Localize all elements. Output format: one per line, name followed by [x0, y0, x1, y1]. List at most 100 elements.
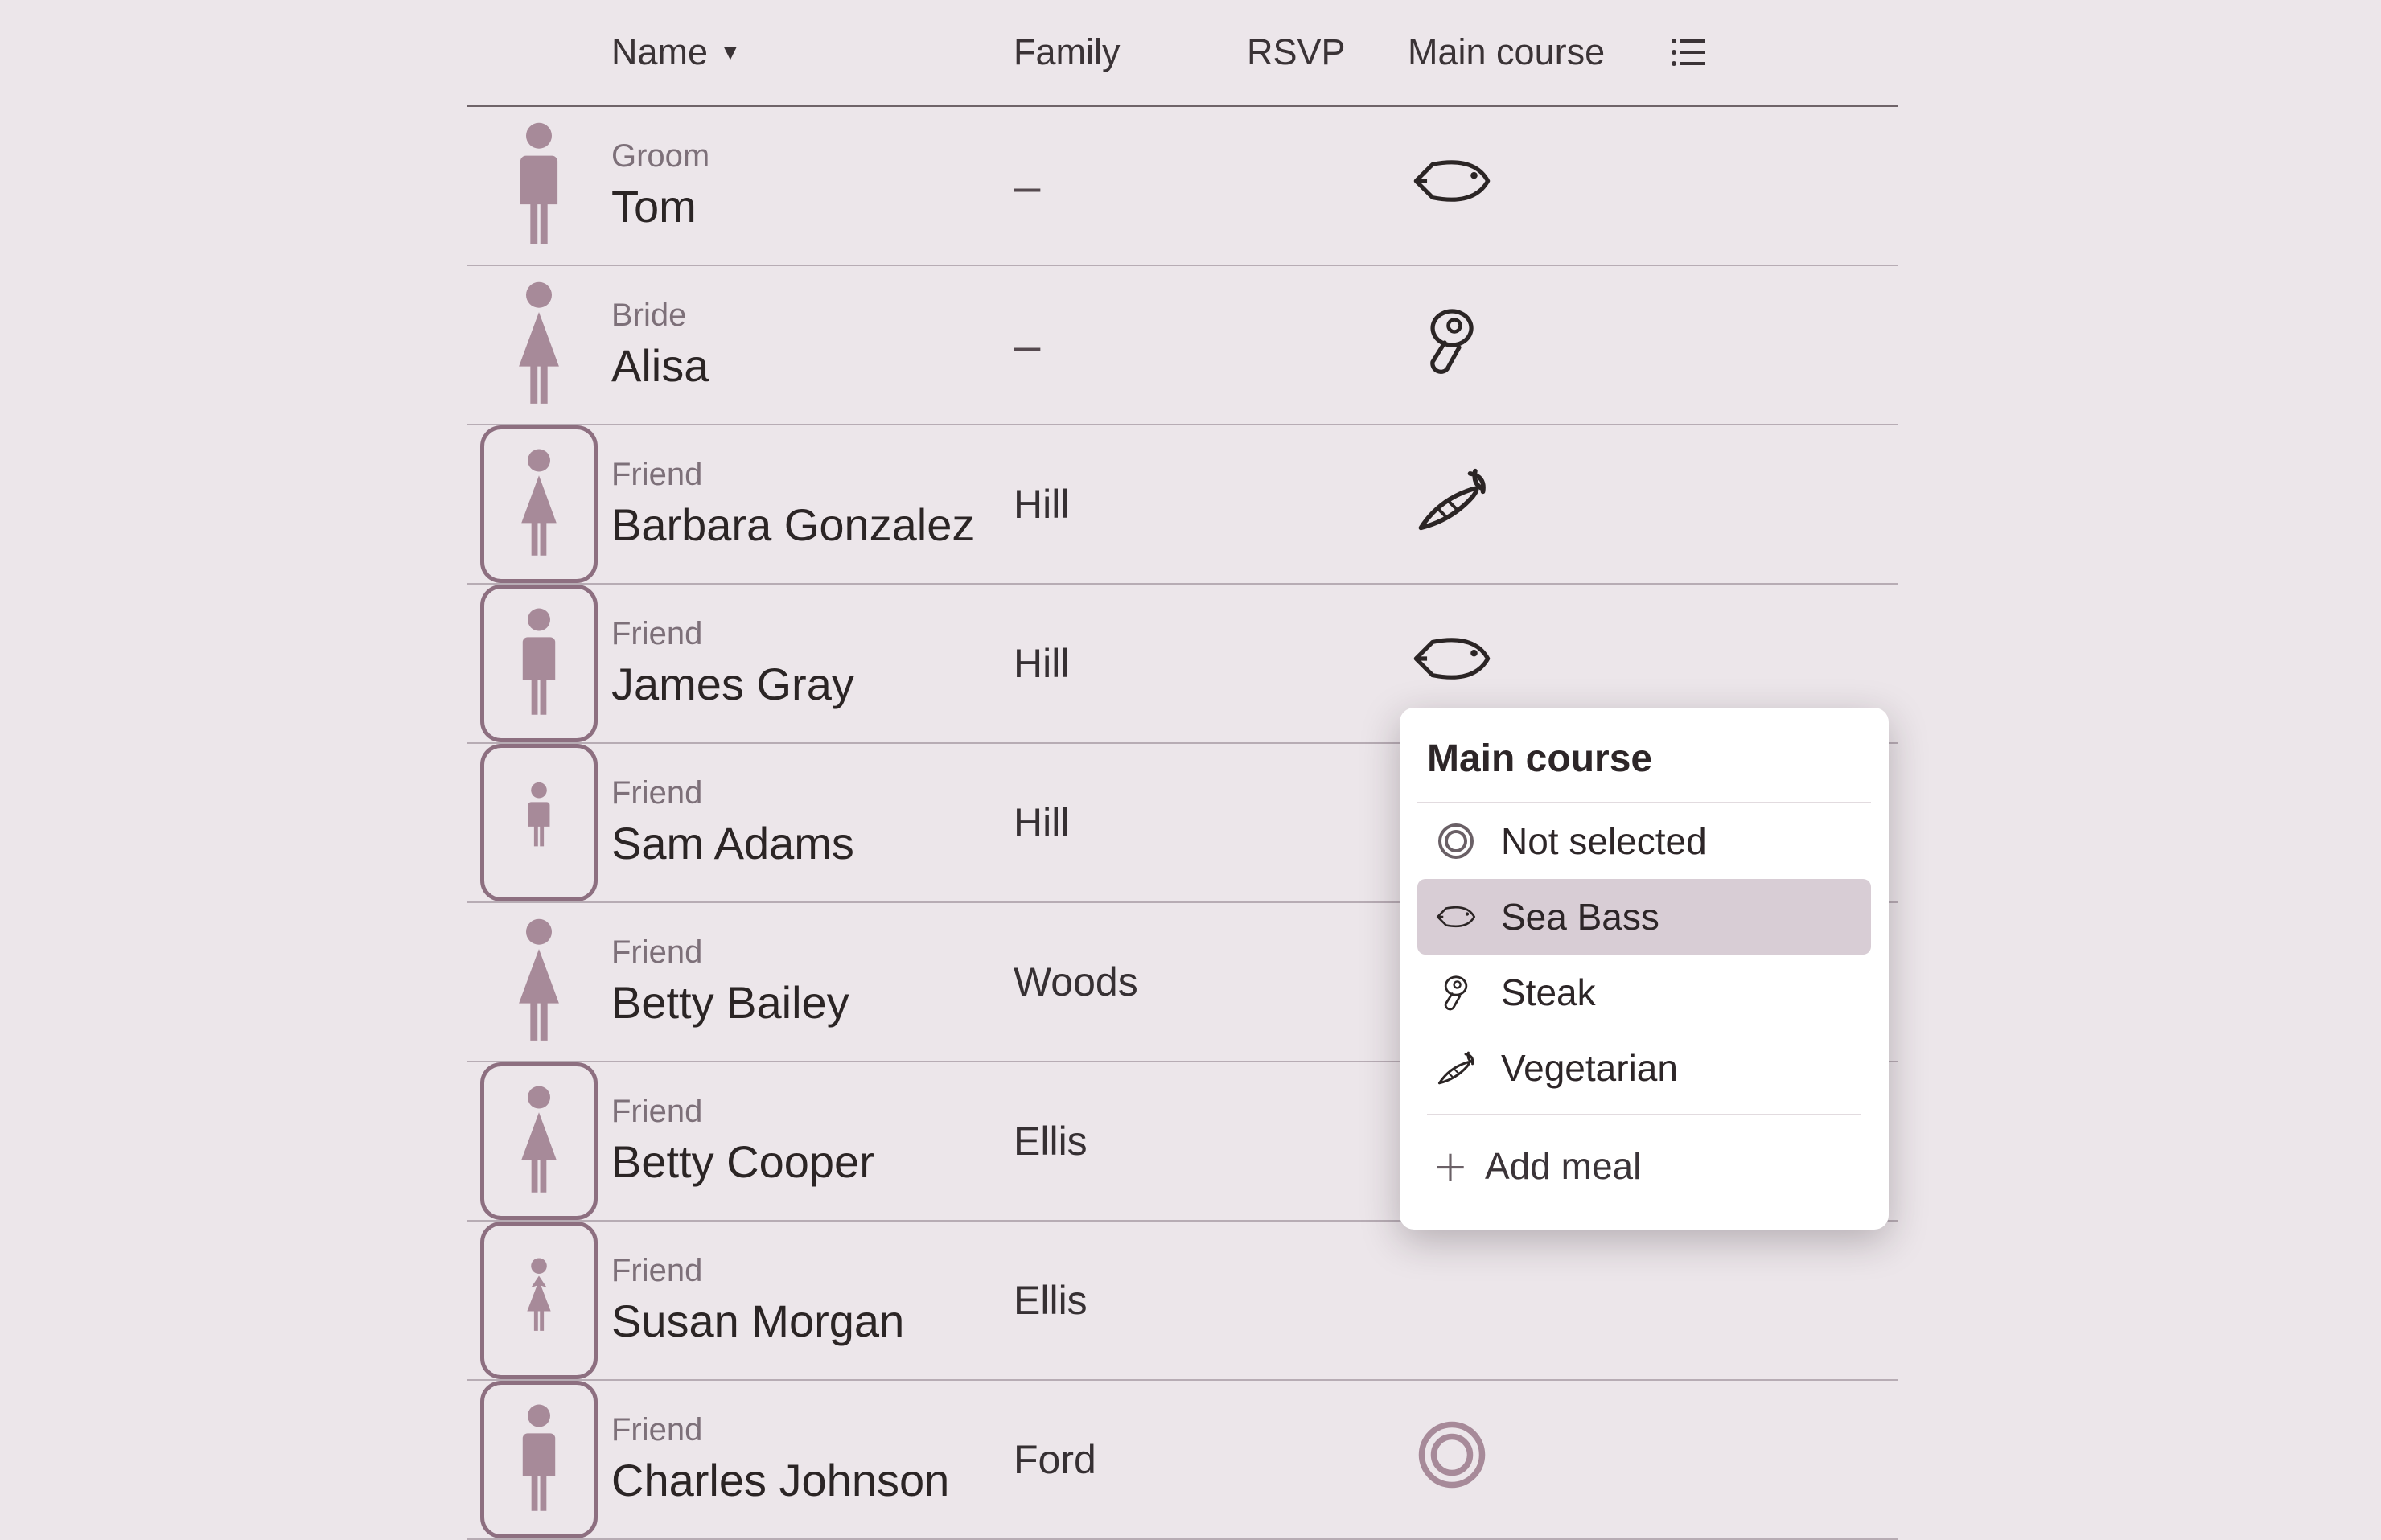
check-icon: [1247, 484, 1303, 524]
meal-option-label: Vegetarian: [1501, 1046, 1678, 1090]
name-cell: Friend Charles Johnson: [611, 1414, 1014, 1505]
rsvp-cell[interactable]: [1247, 484, 1408, 524]
meal-option-label: Not selected: [1501, 819, 1707, 863]
configure-columns-button[interactable]: [1641, 37, 1737, 68]
avatar-cell: [467, 585, 611, 742]
popup-separator: [1427, 1114, 1861, 1115]
name-cell: Friend Susan Morgan: [611, 1255, 1014, 1346]
woman-icon: [506, 281, 572, 409]
guest-name: Betty Bailey: [611, 978, 1014, 1028]
girl-icon: [516, 1256, 561, 1345]
column-header-family[interactable]: Family: [1014, 31, 1247, 73]
guest-role: Friend: [611, 777, 1014, 809]
plus-icon: ＋: [1432, 1140, 1467, 1193]
list-icon: [1671, 37, 1708, 68]
family-cell: Hill: [1014, 640, 1247, 687]
table-row[interactable]: Friend Susan Morgan Ellis: [467, 1222, 1898, 1381]
family-cell: Hill: [1014, 481, 1247, 528]
meal-option-none[interactable]: Not selected: [1417, 803, 1871, 879]
avatar-cell: [467, 111, 611, 261]
man-icon: [511, 1403, 567, 1516]
woman-icon: [511, 1085, 567, 1197]
woman-icon: [506, 918, 572, 1046]
guest-role: Friend: [611, 936, 1014, 968]
avatar-cell: [467, 270, 611, 420]
fish-icon: [1432, 897, 1480, 936]
guest-name: Barbara Gonzalez: [611, 500, 1014, 550]
avatar[interactable]: [480, 1062, 598, 1220]
sort-desc-icon: ▼: [719, 39, 742, 65]
rsvp-cell[interactable]: [1247, 643, 1408, 684]
guest-name: Tom: [611, 182, 1014, 232]
avatar[interactable]: [480, 425, 598, 583]
family-cell: Ellis: [1014, 1118, 1247, 1164]
name-cell: Friend James Gray: [611, 618, 1014, 709]
meal-cell[interactable]: [1408, 1419, 1641, 1501]
column-header-main-course[interactable]: Main course: [1408, 31, 1641, 73]
guest-name: Sam Adams: [611, 819, 1014, 869]
meal-cell[interactable]: [1408, 463, 1641, 545]
man-icon: [511, 607, 567, 720]
family-cell: Ellis: [1014, 1277, 1247, 1324]
guest-name: James Gray: [611, 659, 1014, 709]
veg-icon: [1432, 1049, 1480, 1087]
meal-cell[interactable]: [1408, 304, 1641, 386]
check-icon: [1247, 325, 1303, 365]
guest-role: Friend: [611, 1255, 1014, 1287]
avatar[interactable]: [484, 111, 594, 261]
avatar[interactable]: [484, 270, 594, 420]
steak-icon: [1432, 973, 1480, 1012]
meal-option-steak[interactable]: Steak: [1417, 955, 1871, 1030]
avatar[interactable]: [480, 1222, 598, 1379]
guest-role: Groom: [611, 140, 1014, 172]
meal-option-fish[interactable]: Sea Bass: [1417, 879, 1871, 955]
check-icon: [1247, 1439, 1303, 1480]
table-row[interactable]: Bride Alisa –: [467, 266, 1898, 425]
guest-role: Friend: [611, 1414, 1014, 1446]
meal-option-label: Sea Bass: [1501, 895, 1659, 938]
veg-icon: [1408, 463, 1496, 545]
table-row[interactable]: Friend Barbara Gonzalez Hill: [467, 425, 1898, 585]
popup-title: Main course: [1417, 729, 1871, 803]
fish-icon: [1408, 622, 1496, 704]
table-row[interactable]: Groom Tom –: [467, 107, 1898, 266]
family-cell: –: [1014, 318, 1247, 373]
avatar[interactable]: [480, 744, 598, 901]
avatar[interactable]: [484, 907, 594, 1057]
avatar[interactable]: [480, 585, 598, 742]
name-cell: Groom Tom: [611, 140, 1014, 232]
meal-cell[interactable]: [1408, 622, 1641, 704]
rsvp-cell[interactable]: [1247, 1439, 1408, 1480]
rsvp-cell[interactable]: [1247, 166, 1408, 206]
table-header: Name ▼ Family RSVP Main course: [467, 0, 1898, 107]
avatar-cell: [467, 907, 611, 1057]
guest-name: Charles Johnson: [611, 1456, 1014, 1505]
column-header-name[interactable]: Name ▼: [611, 31, 1014, 73]
avatar-cell: [467, 1222, 611, 1379]
avatar[interactable]: [480, 1381, 598, 1538]
meal-option-label: Steak: [1501, 971, 1596, 1014]
name-cell: Friend Sam Adams: [611, 777, 1014, 869]
family-cell: –: [1014, 158, 1247, 214]
none-icon: [1432, 822, 1480, 860]
name-cell: Friend Betty Cooper: [611, 1095, 1014, 1187]
meal-option-veg[interactable]: Vegetarian: [1417, 1030, 1871, 1106]
rsvp-cell[interactable]: [1247, 325, 1408, 365]
table-row[interactable]: Friend Charles Johnson Ford: [467, 1381, 1898, 1540]
guest-role: Friend: [611, 618, 1014, 650]
add-meal-button[interactable]: ＋ Add meal: [1417, 1123, 1871, 1209]
meal-cell[interactable]: [1408, 145, 1641, 227]
guest-role: Friend: [611, 1095, 1014, 1127]
column-header-rsvp[interactable]: RSVP: [1247, 31, 1408, 73]
avatar-cell: [467, 744, 611, 901]
avatar-cell: [467, 1381, 611, 1538]
boy-icon: [516, 778, 561, 867]
guest-role: Friend: [611, 458, 1014, 491]
steak-icon: [1408, 304, 1496, 386]
man-icon: [506, 121, 572, 250]
guest-role: Bride: [611, 299, 1014, 331]
avatar-cell: [467, 1062, 611, 1220]
guest-name: Susan Morgan: [611, 1296, 1014, 1346]
guest-name: Alisa: [611, 341, 1014, 391]
none-icon: [1408, 1419, 1496, 1501]
